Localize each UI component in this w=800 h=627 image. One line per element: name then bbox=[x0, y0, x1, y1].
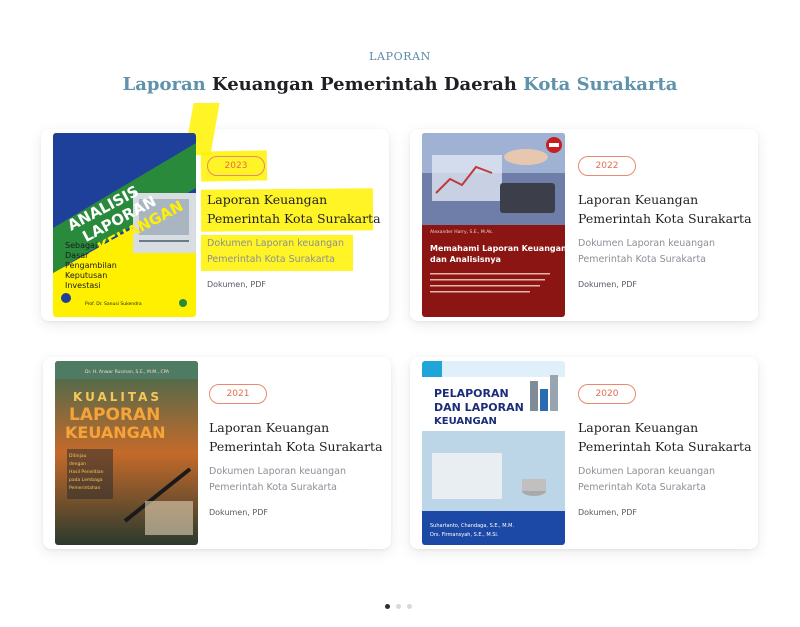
report-card-2021[interactable]: Dr. H. Anwar Rusman, S.E., M.M., CPA KUA… bbox=[43, 357, 391, 549]
cover-line1: PELAPORAN bbox=[434, 387, 509, 400]
card-description: Dokumen Laporan keuangan Pemerintah Kota… bbox=[207, 238, 344, 265]
pagination-dot[interactable] bbox=[396, 604, 401, 609]
card-title[interactable]: Laporan Keuangan Pemerintah Kota Surakar… bbox=[578, 418, 756, 456]
card-title[interactable]: Laporan Keuangan Pemerintah Kota Surakar… bbox=[207, 190, 385, 228]
card-description: Dokumen Laporan keuangan Pemerintah Kota… bbox=[578, 466, 715, 493]
cover-art: ANALISIS LAPORAN KEUANGAN Sebagai Dasar … bbox=[53, 133, 196, 317]
report-card-2023[interactable]: ANALISIS LAPORAN KEUANGAN Sebagai Dasar … bbox=[41, 103, 389, 321]
cover-sub3: Pengambilan bbox=[65, 261, 117, 270]
cover-author: Alexander Harry, S.E., M.Ak. bbox=[430, 229, 493, 235]
cover-sub4: Keputusan bbox=[65, 271, 107, 280]
cover-title1: Memahami Laporan Keuangan bbox=[430, 244, 565, 253]
cover-art: PELAPORAN DAN LAPORAN KEUANGAN Suhartant… bbox=[422, 361, 565, 545]
cover-art: Dr. H. Anwar Rusman, S.E., M.M., CPA KUA… bbox=[55, 361, 198, 545]
cover-art: Alexander Harry, S.E., M.Ak. Memahami La… bbox=[422, 133, 565, 317]
year-badge: 2023 bbox=[207, 156, 265, 176]
card-meta: Dokumen, PDF bbox=[578, 280, 637, 289]
cover-sub1: Sebagai bbox=[65, 241, 97, 250]
cover-note5: Pemerintahan bbox=[69, 485, 101, 491]
cover-note4: pada Lembaga bbox=[69, 477, 103, 483]
title-accent-2: Kota Surakarta bbox=[523, 74, 678, 95]
carousel-pagination bbox=[385, 604, 412, 609]
book-cover-analisis[interactable]: ANALISIS LAPORAN KEUANGAN Sebagai Dasar … bbox=[53, 133, 196, 317]
section-eyebrow: LAPORAN bbox=[369, 50, 431, 63]
cover-note3: Hasil Penelitian bbox=[69, 469, 104, 475]
cover-sub2: Dasar bbox=[65, 251, 89, 260]
pagination-dot[interactable] bbox=[385, 604, 390, 609]
cover-line2: DAN LAPORAN bbox=[434, 401, 524, 414]
card-description: Dokumen Laporan keuangan Pemerintah Kota… bbox=[209, 466, 346, 493]
cover-sub5: Investasi bbox=[65, 281, 101, 290]
card-title[interactable]: Laporan Keuangan Pemerintah Kota Surakar… bbox=[578, 190, 756, 228]
card-meta: Dokumen, PDF bbox=[578, 508, 637, 517]
cover-line1: KUALITAS bbox=[73, 390, 162, 404]
cover-line2: LAPORAN bbox=[69, 405, 160, 425]
card-meta: Dokumen, PDF bbox=[209, 508, 268, 517]
cover-author: Prof. Dr. Sanusi Sukendra bbox=[85, 301, 142, 307]
cover-author2: Drs. Firmansyah, S.E., M.Si. bbox=[430, 532, 499, 538]
title-middle: Keuangan Pemerintah Daerah bbox=[205, 74, 524, 95]
year-badge: 2022 bbox=[578, 156, 636, 176]
book-cover-kualitas[interactable]: Dr. H. Anwar Rusman, S.E., M.M., CPA KUA… bbox=[55, 361, 198, 545]
cover-line3: KEUANGAN bbox=[65, 423, 166, 442]
book-cover-memahami[interactable]: Alexander Harry, S.E., M.Ak. Memahami La… bbox=[422, 133, 565, 317]
cover-title2: dan Analisisnya bbox=[430, 255, 501, 264]
cover-line3: KEUANGAN bbox=[434, 416, 497, 427]
page-title: Laporan Keuangan Pemerintah Daerah Kota … bbox=[0, 74, 800, 95]
book-cover-pelaporan[interactable]: PELAPORAN DAN LAPORAN KEUANGAN Suhartant… bbox=[422, 361, 565, 545]
cover-author1: Suhartanto, Chandaga, S.E., M.M. bbox=[430, 523, 514, 529]
year-badge: 2021 bbox=[209, 384, 267, 404]
cover-note1: Ditinjau bbox=[69, 453, 87, 459]
card-title[interactable]: Laporan Keuangan Pemerintah Kota Surakar… bbox=[209, 418, 387, 456]
pagination-dot[interactable] bbox=[407, 604, 412, 609]
cover-note2: dengan bbox=[69, 461, 86, 467]
card-meta: Dokumen, PDF bbox=[207, 280, 266, 289]
cover-author: Dr. H. Anwar Rusman, S.E., M.M., CPA bbox=[85, 369, 170, 375]
card-description: Dokumen Laporan keuangan Pemerintah Kota… bbox=[578, 238, 715, 265]
year-badge: 2020 bbox=[578, 384, 636, 404]
title-accent-1: Laporan bbox=[122, 74, 206, 95]
report-card-2020[interactable]: PELAPORAN DAN LAPORAN KEUANGAN Suhartant… bbox=[410, 357, 758, 549]
report-card-2022[interactable]: Alexander Harry, S.E., M.Ak. Memahami La… bbox=[410, 129, 758, 321]
